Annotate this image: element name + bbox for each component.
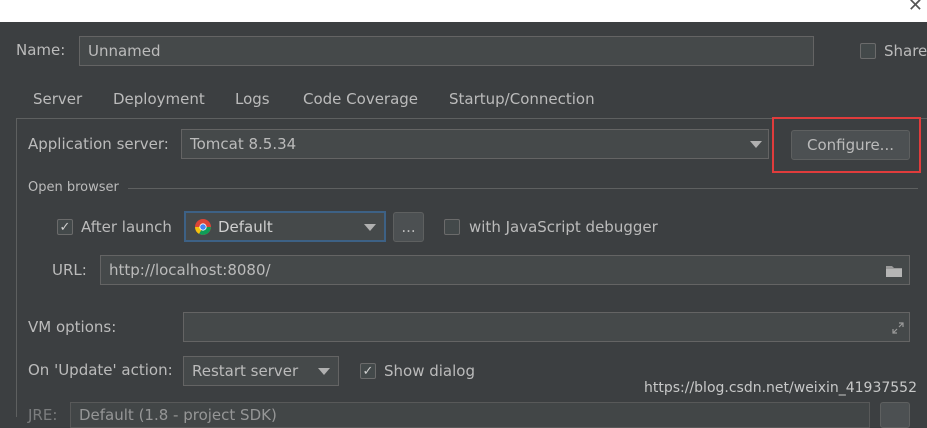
app-server-select[interactable]: Tomcat 8.5.34	[181, 129, 769, 159]
name-field[interactable]: Unnamed	[79, 36, 814, 66]
tab-server[interactable]: Server	[33, 90, 82, 112]
browser-select[interactable]: Default	[184, 211, 386, 242]
browser-more-button[interactable]: ...	[393, 212, 424, 242]
name-value: Unnamed	[88, 42, 161, 60]
tab-deployment[interactable]: Deployment	[113, 90, 205, 112]
section-divider	[128, 188, 918, 189]
close-icon[interactable]: ✕	[908, 0, 923, 15]
show-dialog-label: Show dialog	[384, 362, 475, 380]
browser-value: Default	[218, 217, 273, 236]
tab-code-coverage[interactable]: Code Coverage	[303, 90, 418, 112]
update-action-value: Restart server	[192, 362, 299, 380]
after-launch-label: After launch	[81, 218, 172, 236]
update-action-select[interactable]: Restart server	[183, 356, 339, 386]
app-server-label: Application server:	[28, 135, 169, 153]
watermark-text: https://blog.csdn.net/weixin_41937552	[643, 380, 917, 396]
title-bar	[0, 0, 927, 22]
update-action-label: On 'Update' action:	[28, 361, 173, 379]
expand-icon[interactable]	[892, 322, 904, 334]
jre-more-button[interactable]	[880, 402, 910, 428]
open-browser-section-label: Open browser	[28, 180, 119, 195]
jre-label: JRE:	[28, 406, 58, 424]
vm-options-field[interactable]	[183, 312, 910, 342]
jre-select[interactable]: Default (1.8 - project SDK)	[70, 402, 870, 428]
chevron-down-icon	[364, 224, 376, 231]
highlight-box	[772, 117, 921, 173]
tab-logs[interactable]: Logs	[235, 90, 270, 112]
tab-startup-connection[interactable]: Startup/Connection	[449, 90, 595, 112]
chevron-down-icon	[318, 368, 330, 375]
vm-options-label: VM options:	[28, 318, 117, 336]
show-dialog-checkbox[interactable]: ✓	[360, 363, 376, 379]
folder-icon[interactable]	[885, 264, 903, 278]
share-checkbox[interactable]	[860, 43, 876, 59]
after-launch-checkbox[interactable]: ✓	[57, 219, 73, 235]
share-label: Share	[884, 42, 927, 60]
js-debugger-label: with JavaScript debugger	[469, 218, 658, 236]
chevron-down-icon	[750, 141, 762, 148]
name-label: Name:	[16, 41, 66, 59]
url-value: http://localhost:8080/	[109, 261, 271, 279]
browser-more-label: ...	[401, 218, 416, 236]
jre-value: Default (1.8 - project SDK)	[79, 406, 277, 424]
url-field[interactable]: http://localhost:8080/	[100, 255, 910, 285]
js-debugger-checkbox[interactable]	[444, 219, 460, 235]
app-server-value: Tomcat 8.5.34	[190, 135, 297, 153]
url-label: URL:	[52, 261, 87, 279]
chrome-icon	[195, 218, 211, 235]
